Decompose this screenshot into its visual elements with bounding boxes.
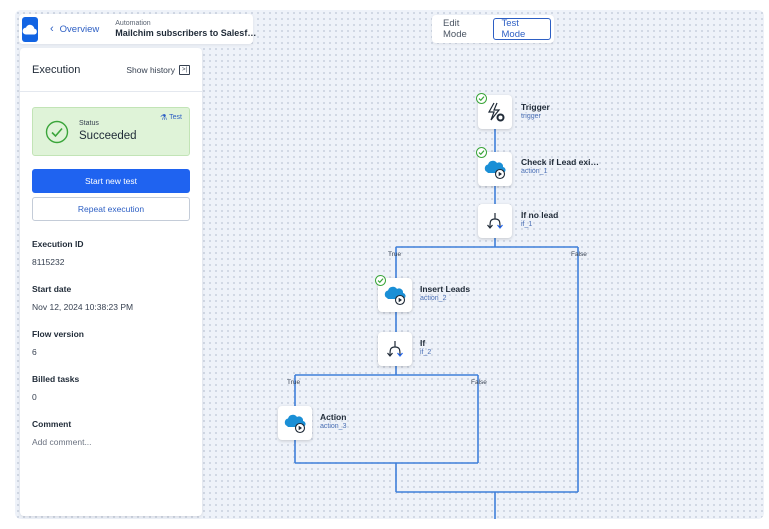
salesforce-run-icon xyxy=(384,286,406,306)
status-label: Status xyxy=(79,119,99,127)
node-id: action_2 xyxy=(420,294,447,302)
salesforce-run-icon xyxy=(284,414,306,434)
comment-field: Comment Add comment... xyxy=(32,419,190,447)
branch-true-label: True xyxy=(287,379,301,386)
branch-true-label: True xyxy=(388,251,402,258)
node-title: If xyxy=(420,338,426,348)
field-label: Start date xyxy=(32,284,72,294)
comment-label: Comment xyxy=(32,419,72,429)
flow-node-trigger-label[interactable]: Trigger trigger xyxy=(521,102,550,121)
branch-icon xyxy=(387,341,403,357)
billed-tasks-field: Billed tasks 0 xyxy=(32,374,190,402)
success-check-icon xyxy=(476,147,487,158)
start-new-test-button[interactable]: Start new test xyxy=(32,169,190,193)
show-history-button[interactable]: Show history >| xyxy=(126,64,190,75)
show-history-label: Show history xyxy=(126,64,175,75)
flow-node-if-1[interactable] xyxy=(478,204,512,238)
test-badge: ⚗ Test xyxy=(160,113,182,122)
flow-version-field: Flow version 6 xyxy=(32,329,190,357)
header-card: ‹ Overview Automation Mailchim subscribe… xyxy=(19,14,256,44)
mode-switch: Edit Mode Test Mode xyxy=(432,15,554,43)
test-badge-label: Test xyxy=(169,114,182,121)
flow-node-if-2[interactable] xyxy=(378,332,412,366)
branch-false-label: False xyxy=(571,251,587,258)
status-card: Status Succeeded ⚗ Test xyxy=(32,107,190,156)
node-title: Trigger xyxy=(521,102,550,112)
node-id: trigger xyxy=(521,112,541,120)
node-title: Action xyxy=(320,412,347,422)
node-id: action_1 xyxy=(521,167,548,175)
back-to-overview-link[interactable]: ‹ Overview xyxy=(50,23,99,35)
node-id: action_3 xyxy=(320,422,347,430)
flow-node-action-3-label[interactable]: Action action_3 xyxy=(320,412,346,431)
automation-title[interactable]: Mailchim subscribers to Salesf… xyxy=(115,28,256,38)
flow-node-if-2-label[interactable]: If if_2 xyxy=(420,338,431,357)
field-label: Billed tasks xyxy=(32,374,80,384)
back-label: Overview xyxy=(59,23,100,35)
flow-node-action-2-label[interactable]: Insert Leads action_2 xyxy=(420,284,470,303)
node-id: if_1 xyxy=(521,220,533,228)
breadcrumb: Automation Mailchim subscribers to Sales… xyxy=(115,20,256,38)
chevron-left-icon: ‹ xyxy=(50,23,54,35)
field-value: 6 xyxy=(32,347,37,357)
salesforce-run-icon xyxy=(484,160,506,180)
node-title: If no lead xyxy=(521,210,559,220)
status-value: Succeeded xyxy=(79,129,137,142)
panel-title: Execution xyxy=(32,63,81,76)
flow-node-action-1-label[interactable]: Check if Lead exi… action_1 xyxy=(521,157,599,176)
field-value: Nov 12, 2024 10:38:23 PM xyxy=(32,302,134,312)
repeat-execution-button[interactable]: Repeat execution xyxy=(32,197,190,221)
breadcrumb-parent: Automation xyxy=(115,19,151,27)
flow-node-action-3[interactable] xyxy=(278,406,312,440)
cloud-logo-icon[interactable] xyxy=(22,16,38,42)
execution-panel: Execution Show history >| Status Succeed… xyxy=(20,48,202,516)
flow-node-if-1-label[interactable]: If no lead if_1 xyxy=(521,210,558,229)
node-title: Check if Lead exi… xyxy=(521,157,599,167)
node-title: Insert Leads xyxy=(420,284,471,294)
success-check-icon xyxy=(375,275,386,286)
start-date-field: Start date Nov 12, 2024 10:38:23 PM xyxy=(32,284,190,312)
panel-expand-icon: >| xyxy=(179,64,190,75)
edit-mode-button[interactable]: Edit Mode xyxy=(435,18,491,40)
branch-false-label: False xyxy=(471,379,487,386)
panel-header: Execution Show history >| xyxy=(20,48,202,92)
field-label: Flow version xyxy=(32,329,84,339)
field-value: 0 xyxy=(32,392,37,402)
flask-icon: ⚗ xyxy=(159,113,168,122)
field-value: 8115232 xyxy=(32,257,65,267)
execution-id-field: Execution ID 8115232 xyxy=(32,239,190,267)
test-mode-button[interactable]: Test Mode xyxy=(492,18,551,40)
node-id: if_2 xyxy=(420,348,432,356)
success-check-icon xyxy=(45,120,69,143)
branch-icon xyxy=(487,213,503,229)
success-check-icon xyxy=(476,93,487,104)
trigger-bolt-icon xyxy=(487,102,505,122)
field-label: Execution ID xyxy=(32,239,84,249)
comment-input[interactable]: Add comment... xyxy=(32,437,190,447)
